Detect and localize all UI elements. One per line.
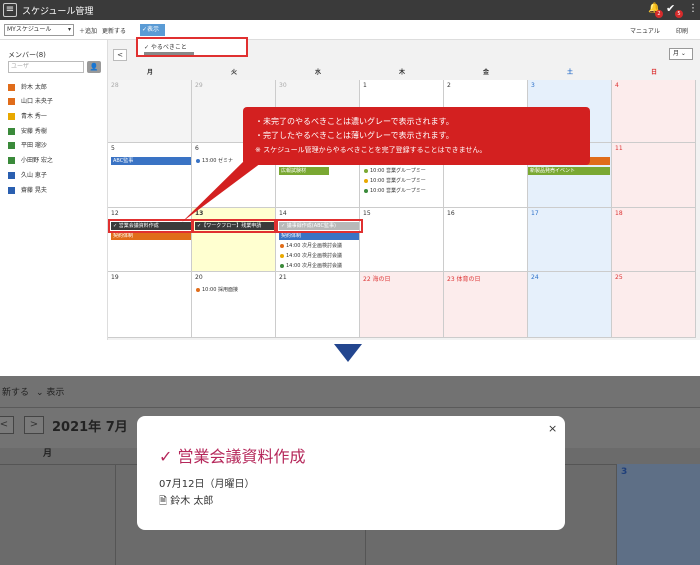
- task-modal: × ✓ 営業会議資料作成 07月12日（月曜日） 🗎 鈴木 太郎: [137, 416, 565, 530]
- schedule-select-value: MYスケジュール: [7, 26, 52, 33]
- day-header: 月: [43, 449, 53, 459]
- day-cell[interactable]: 25: [612, 272, 696, 338]
- member-item[interactable]: 鈴木 太郎: [8, 82, 47, 92]
- event-item[interactable]: 14:00 次月企画検討会議: [280, 252, 342, 260]
- refresh-button[interactable]: 更新する: [102, 26, 126, 35]
- add-button[interactable]: ＋追加: [79, 26, 97, 35]
- user-icon[interactable]: 👤: [87, 61, 101, 73]
- day-cell[interactable]: 28: [108, 80, 192, 143]
- callout-line: ・完了したやるべきことは薄いグレーで表示されます。: [255, 131, 454, 140]
- callout-line: ※ スケジュール管理からやるべきことを完了登録することはできません。: [255, 146, 487, 154]
- member-item[interactable]: 安藤 秀樹: [8, 126, 47, 136]
- date-number: 3: [621, 467, 628, 477]
- day-cell[interactable]: 4: [612, 80, 696, 143]
- day-cell[interactable]: 14 ✓ 議事録作成(ABC監事) 契約体制 14:00 次月企画検討会議 14…: [276, 208, 360, 272]
- chevron-down-icon: ▾: [67, 26, 71, 33]
- day-header: 日: [650, 69, 657, 76]
- event-item[interactable]: 14:00 次月企画検討会議: [280, 242, 342, 250]
- day-header: 水: [314, 69, 321, 76]
- day-cell[interactable]: 17: [528, 208, 612, 272]
- event-item[interactable]: 10:00 営業グループミー: [364, 187, 426, 195]
- day-header: 木: [398, 69, 405, 76]
- event-item[interactable]: 10:00 営業グループミー: [364, 167, 426, 175]
- app-title: スケジュール管理: [22, 7, 94, 17]
- event-item[interactable]: 10:00 採用面接: [196, 286, 238, 294]
- day-cell[interactable]: 20 10:00 採用面接: [192, 272, 276, 338]
- event-bar[interactable]: ABC監事: [111, 157, 191, 165]
- next-button[interactable]: >: [24, 416, 44, 434]
- check-icon[interactable]: ✔: [666, 2, 675, 15]
- saturday-cell[interactable]: 3: [616, 464, 700, 565]
- modal-user: 🗎 鈴木 太郎: [159, 496, 214, 507]
- day-header: 金: [482, 69, 489, 76]
- todo-menu-item[interactable]: ✓ やるべきこと: [144, 42, 187, 51]
- schedule-select[interactable]: MYスケジュール ▾: [4, 24, 74, 36]
- day-cell[interactable]: 22 海の日: [360, 272, 444, 338]
- manual-link[interactable]: マニュアル: [630, 26, 660, 35]
- member-count-title: メンバー(8): [8, 51, 46, 59]
- menu-item-hidden[interactable]: [144, 52, 194, 55]
- highlight-box: [276, 219, 363, 233]
- prev-button[interactable]: <: [0, 416, 14, 434]
- user-search-input[interactable]: ユーザ: [8, 61, 84, 73]
- day-header: 月: [146, 69, 153, 76]
- day-cell[interactable]: 19: [108, 272, 192, 338]
- day-cell[interactable]: 11: [612, 143, 696, 208]
- event-item[interactable]: 14:00 次月企画検討会議: [280, 262, 342, 270]
- refresh-button[interactable]: 新する: [2, 385, 29, 398]
- callout-line: ・未完了のやるべきことは濃いグレーで表示されます。: [255, 117, 454, 126]
- modal-date: 07月12日（月曜日）: [159, 479, 255, 490]
- event-bar[interactable]: 新製品発売イベント: [528, 167, 610, 175]
- prev-month-button[interactable]: <: [113, 49, 127, 61]
- day-cell[interactable]: 15: [360, 208, 444, 272]
- divider: [115, 464, 116, 565]
- print-button[interactable]: 印刷: [676, 26, 688, 35]
- event-bar[interactable]: 広報試験材: [279, 167, 329, 175]
- check-badge: 5: [675, 10, 683, 18]
- day-cell[interactable]: 21: [276, 272, 360, 338]
- document-icon: 🗎: [159, 496, 171, 507]
- day-cell[interactable]: 18: [612, 208, 696, 272]
- bell-badge: 2: [655, 10, 663, 18]
- zoomed-toolbar: 新する ⌄ 表示: [0, 376, 700, 408]
- view-select[interactable]: 月 ⌄: [669, 48, 693, 60]
- hamburger-icon[interactable]: ≡: [3, 3, 17, 17]
- event-bar[interactable]: 契約体制: [279, 232, 359, 240]
- member-item[interactable]: 久山 恵子: [8, 170, 47, 180]
- toolbar: MYスケジュール ▾ ＋追加 更新する ✓表示 マニュアル 印刷: [0, 20, 700, 40]
- day-header: 火: [230, 69, 237, 76]
- member-sidebar: メンバー(8) ユーザ 👤 鈴木 太郎 山口 未央子 青木 秀一 安藤 秀樹 平…: [0, 40, 108, 340]
- member-item[interactable]: 小田野 宏之: [8, 155, 53, 165]
- member-item[interactable]: 山口 未央子: [8, 96, 53, 106]
- day-cell[interactable]: 24: [528, 272, 612, 338]
- member-item[interactable]: 齋藤 晃夫: [8, 185, 47, 195]
- day-header: 土: [566, 69, 573, 76]
- display-dropdown: ✓ やるべきこと: [136, 37, 248, 57]
- display-button[interactable]: ⌄ 表示: [36, 385, 64, 398]
- event-item[interactable]: 10:00 営業グループミー: [364, 177, 426, 185]
- kebab-icon[interactable]: ⋮: [688, 3, 698, 14]
- display-button[interactable]: ✓表示: [140, 24, 165, 36]
- close-icon[interactable]: ×: [548, 422, 557, 435]
- member-item[interactable]: 青木 秀一: [8, 111, 47, 121]
- day-cell[interactable]: 23 体育の日: [444, 272, 528, 338]
- member-item[interactable]: 平田 瑠沙: [8, 140, 47, 150]
- down-arrow-icon: [334, 344, 362, 362]
- modal-title: ✓ 営業会議資料作成: [159, 447, 306, 466]
- app-header: ≡ スケジュール管理 🔔 2 ✔ 5 ⋮: [0, 0, 700, 20]
- callout-box: ・未完了のやるべきことは濃いグレーで表示されます。 ・完了したやるべきことは薄い…: [243, 107, 590, 165]
- event-bar[interactable]: 契約体制: [111, 232, 191, 240]
- month-title: 2021年 7月: [52, 420, 128, 435]
- day-cell[interactable]: 16: [444, 208, 528, 272]
